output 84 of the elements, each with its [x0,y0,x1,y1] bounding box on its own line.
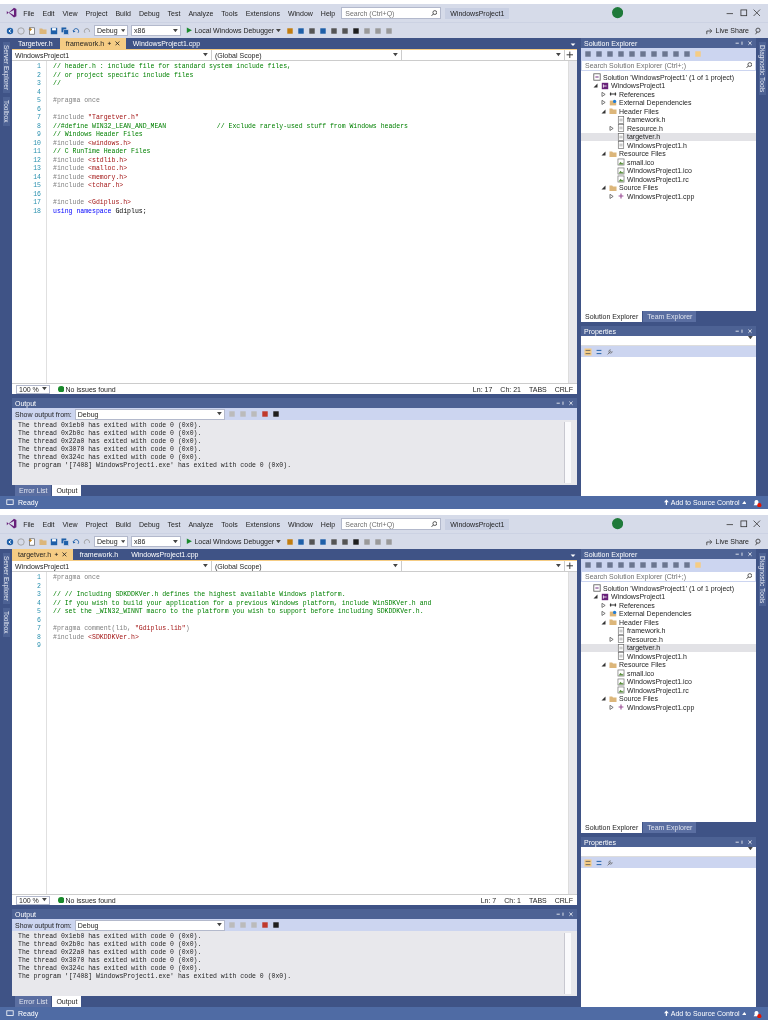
redo-icon[interactable] [83,537,91,546]
window-controls-icon[interactable] [554,399,574,407]
caret-icon [217,412,222,416]
wrench-icon[interactable] [606,347,614,356]
pin-icon [107,41,112,46]
close-icon[interactable] [752,8,762,18]
avatar-icon[interactable] [611,518,623,530]
search-icon [430,9,438,17]
check-icon [57,896,65,904]
window-controls-icon[interactable] [733,838,753,846]
caret-icon [173,28,178,33]
app-logo-icon [6,7,18,19]
window-controls-icon[interactable] [733,550,753,558]
play-icon [186,27,193,34]
share-icon [705,26,714,35]
caret-icon [203,53,208,57]
scrollbar[interactable] [564,933,571,994]
caret-icon [741,1011,747,1016]
solution-icon [593,73,601,82]
avatar-icon[interactable] [611,7,623,19]
new-item-icon[interactable] [28,26,36,35]
check-icon [57,385,65,393]
notification-icon[interactable] [752,497,762,508]
close-icon[interactable] [752,519,762,529]
window-controls-icon[interactable] [733,327,753,335]
categorized-icon[interactable] [584,347,592,356]
cpp-file-icon [617,703,625,712]
caret-icon [203,564,208,568]
up-arrow-icon [663,1010,669,1017]
caret-icon [120,28,125,33]
project-icon [601,592,609,601]
caret-icon [556,53,561,57]
undo-icon[interactable] [72,26,80,35]
scrollbar[interactable] [564,422,571,483]
split-icon[interactable] [565,50,575,60]
caret-icon [276,28,281,33]
caret-icon [41,898,47,902]
references-icon [609,90,617,99]
status-icon [6,1010,14,1017]
references-icon [609,601,617,610]
caret-icon [120,539,125,544]
caret-icon [217,923,222,927]
close-icon [61,552,67,557]
dependencies-icon [609,609,617,618]
caret-icon [393,53,398,57]
save-icon[interactable] [50,537,58,546]
categorized-icon[interactable] [584,858,592,867]
save-all-icon[interactable] [61,537,69,546]
caret-icon [741,500,747,505]
save-all-icon[interactable] [61,26,69,35]
search-icon [430,520,438,528]
caret-icon [173,539,178,544]
caret-icon [41,387,47,391]
dependencies-icon [609,98,617,107]
cpp-file-icon [617,192,625,201]
save-icon[interactable] [50,26,58,35]
app-logo-icon [6,518,18,530]
window-controls-icon[interactable] [733,39,753,47]
split-icon[interactable] [565,561,575,571]
alphabetical-icon[interactable] [595,858,603,867]
alphabetical-icon[interactable] [595,347,603,356]
maximize-icon[interactable] [738,8,749,18]
undo-icon[interactable] [72,537,80,546]
search-icon [745,573,752,580]
share-icon [705,537,714,546]
search-icon [745,62,752,69]
solution-icon [593,584,601,593]
status-icon [6,499,14,506]
window-controls-icon[interactable] [554,910,574,918]
project-icon [601,81,609,90]
maximize-icon[interactable] [738,519,749,529]
pin-icon [54,552,59,557]
redo-icon[interactable] [83,26,91,35]
play-icon [186,538,193,545]
wrench-icon[interactable] [606,858,614,867]
close-icon [114,41,120,46]
scrollbar[interactable] [568,572,577,894]
caret-icon [276,539,281,544]
caret-icon [556,564,561,568]
notification-icon[interactable] [752,1008,762,1019]
scrollbar[interactable] [568,61,577,383]
caret-icon [393,564,398,568]
new-item-icon[interactable] [28,537,36,546]
up-arrow-icon [663,499,669,506]
